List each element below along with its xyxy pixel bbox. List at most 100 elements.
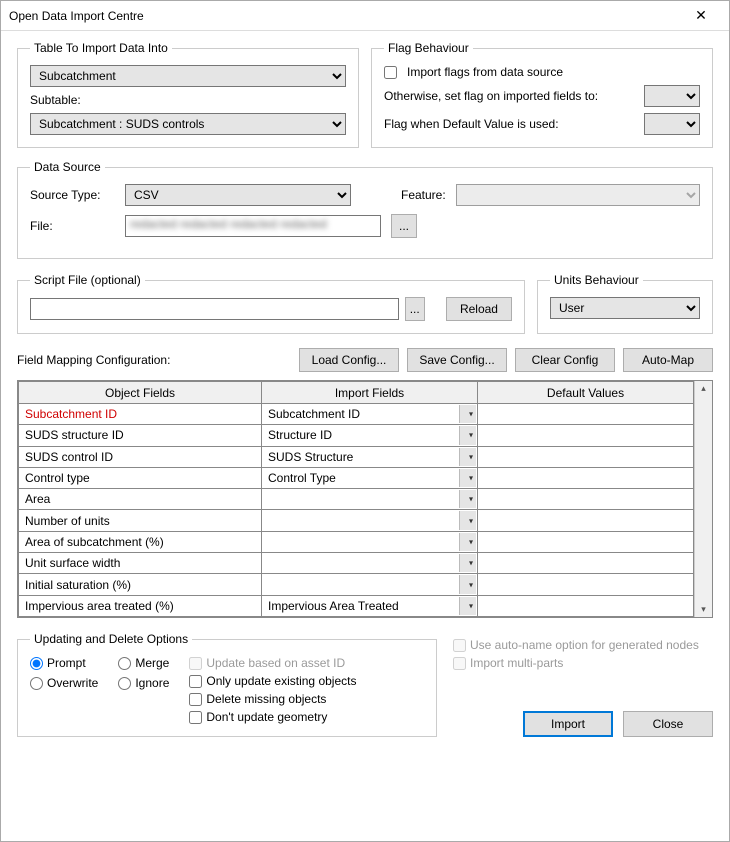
- file-browse-button[interactable]: ...: [391, 214, 417, 238]
- script-browse-button[interactable]: ...: [405, 297, 425, 321]
- multiparts-checkbox: [453, 657, 466, 670]
- table-import-group: Table To Import Data Into Subcatchment S…: [17, 41, 359, 148]
- scroll-down-icon[interactable]: ▾: [695, 604, 712, 615]
- field-mapping-label: Field Mapping Configuration:: [17, 353, 291, 367]
- ignore-label: Ignore: [135, 676, 169, 690]
- object-field-cell: Area of subcatchment (%): [19, 531, 262, 552]
- object-field-cell: SUDS structure ID: [19, 425, 262, 446]
- only-existing-label: Only update existing objects: [206, 674, 356, 688]
- units-behaviour-select[interactable]: User: [550, 297, 700, 319]
- chevron-down-icon: ▾: [469, 516, 473, 525]
- feature-label: Feature:: [401, 188, 446, 202]
- autoname-checkbox: [453, 639, 466, 652]
- import-field-cell[interactable]: ▾: [262, 553, 478, 574]
- object-field-cell: Number of units: [19, 510, 262, 531]
- chevron-down-icon: ▾: [469, 559, 473, 568]
- titlebar: Open Data Import Centre ✕: [1, 1, 729, 31]
- table-import-legend: Table To Import Data Into: [30, 41, 172, 55]
- table-row: SUDS structure IDStructure ID▾: [19, 425, 694, 446]
- table-row: Initial saturation (%)▾: [19, 574, 694, 595]
- import-field-cell[interactable]: SUDS Structure▾: [262, 446, 478, 467]
- delete-missing-checkbox[interactable]: [189, 693, 202, 706]
- flag-default-select[interactable]: [644, 113, 700, 135]
- otherwise-flag-select[interactable]: [644, 85, 700, 107]
- default-value-cell[interactable]: [478, 574, 694, 595]
- scroll-up-icon[interactable]: ▴: [695, 383, 712, 394]
- only-existing-checkbox[interactable]: [189, 675, 202, 688]
- import-button[interactable]: Import: [523, 711, 613, 737]
- table-row: Area▾: [19, 489, 694, 510]
- dialog-window: Open Data Import Centre ✕ Table To Impor…: [0, 0, 730, 842]
- chevron-down-icon: ▾: [469, 431, 473, 440]
- updating-options-group: Updating and Delete Options Prompt Overw…: [17, 632, 437, 737]
- default-value-cell[interactable]: [478, 553, 694, 574]
- object-field-cell: Impervious area treated (%): [19, 595, 262, 616]
- source-type-select[interactable]: CSV: [125, 184, 351, 206]
- close-button[interactable]: Close: [623, 711, 713, 737]
- chevron-down-icon: ▾: [469, 601, 473, 610]
- default-value-cell[interactable]: [478, 425, 694, 446]
- import-field-cell[interactable]: ▾: [262, 574, 478, 595]
- close-icon[interactable]: ✕: [681, 7, 721, 24]
- window-title: Open Data Import Centre: [9, 9, 681, 23]
- object-field-cell: Initial saturation (%): [19, 574, 262, 595]
- data-source-legend: Data Source: [30, 160, 105, 174]
- subtable-label: Subtable:: [30, 93, 81, 107]
- table-row: Control typeControl Type▾: [19, 467, 694, 488]
- prompt-radio[interactable]: [30, 657, 43, 670]
- default-value-cell[interactable]: [478, 404, 694, 425]
- import-field-cell[interactable]: Subcatchment ID▾: [262, 404, 478, 425]
- update-assetid-label: Update based on asset ID: [206, 656, 345, 670]
- save-config-button[interactable]: Save Config...: [407, 348, 507, 372]
- import-field-cell[interactable]: Structure ID▾: [262, 425, 478, 446]
- clear-config-button[interactable]: Clear Config: [515, 348, 615, 372]
- mapping-table-container: Object Fields Import Fields Default Valu…: [17, 380, 713, 618]
- import-field-cell[interactable]: ▾: [262, 489, 478, 510]
- object-field-cell: Control type: [19, 467, 262, 488]
- chevron-down-icon: ▾: [469, 410, 473, 419]
- mapping-table: Object Fields Import Fields Default Valu…: [18, 381, 694, 617]
- script-file-group: Script File (optional) ... Reload: [17, 273, 525, 334]
- import-flags-label: Import flags from data source: [407, 65, 563, 79]
- file-input[interactable]: redacted redacted redacted redacted: [125, 215, 381, 237]
- overwrite-label: Overwrite: [47, 676, 98, 690]
- merge-radio[interactable]: [118, 657, 131, 670]
- automap-button[interactable]: Auto-Map: [623, 348, 713, 372]
- import-flags-checkbox[interactable]: [384, 66, 397, 79]
- col-default-values: Default Values: [478, 382, 694, 404]
- update-assetid-checkbox: [189, 657, 202, 670]
- file-label: File:: [30, 219, 115, 233]
- col-object-fields: Object Fields: [19, 382, 262, 404]
- default-value-cell[interactable]: [478, 595, 694, 616]
- data-source-group: Data Source Source Type: CSV Feature: Fi…: [17, 160, 713, 259]
- script-file-input[interactable]: [30, 298, 399, 320]
- table-select[interactable]: Subcatchment: [30, 65, 346, 87]
- mapping-scrollbar[interactable]: ▴ ▾: [694, 381, 712, 617]
- feature-select: [456, 184, 700, 206]
- subtable-select[interactable]: Subcatchment : SUDS controls: [30, 113, 346, 135]
- import-field-cell[interactable]: Impervious Area Treated▾: [262, 595, 478, 616]
- overwrite-radio[interactable]: [30, 677, 43, 690]
- table-row: Number of units ▾: [19, 510, 694, 531]
- import-field-cell[interactable]: Control Type▾: [262, 467, 478, 488]
- source-type-label: Source Type:: [30, 188, 115, 202]
- col-import-fields: Import Fields: [262, 382, 478, 404]
- dont-update-geom-checkbox[interactable]: [189, 711, 202, 724]
- default-value-cell[interactable]: [478, 489, 694, 510]
- import-field-cell[interactable]: ▾: [262, 531, 478, 552]
- import-field-cell[interactable]: ▾: [262, 510, 478, 531]
- units-behaviour-group: Units Behaviour User: [537, 273, 713, 334]
- merge-label: Merge: [135, 656, 169, 670]
- default-value-cell[interactable]: [478, 510, 694, 531]
- script-file-legend: Script File (optional): [30, 273, 145, 287]
- default-value-cell[interactable]: [478, 531, 694, 552]
- object-field-cell: Area: [19, 489, 262, 510]
- default-value-cell[interactable]: [478, 467, 694, 488]
- flag-behaviour-group: Flag Behaviour Import flags from data so…: [371, 41, 713, 148]
- object-field-cell: Unit surface width: [19, 553, 262, 574]
- load-config-button[interactable]: Load Config...: [299, 348, 399, 372]
- reload-button[interactable]: Reload: [446, 297, 512, 321]
- ignore-radio[interactable]: [118, 677, 131, 690]
- default-value-cell[interactable]: [478, 446, 694, 467]
- flag-behaviour-legend: Flag Behaviour: [384, 41, 473, 55]
